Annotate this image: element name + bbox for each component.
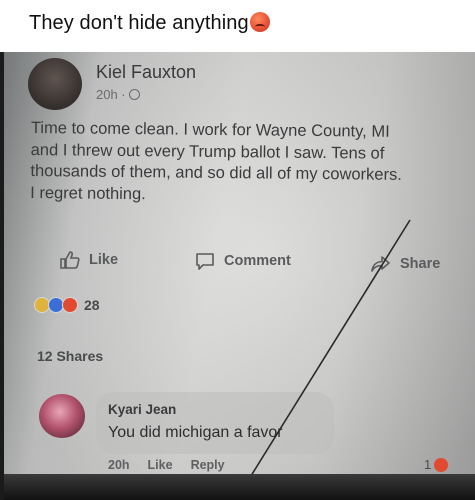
comment-actions: 20h Like Reply: [108, 458, 225, 472]
angry-face-emoji-icon: [249, 12, 270, 32]
comment-like-button[interactable]: Like: [148, 458, 173, 472]
reaction-count: 28: [84, 297, 100, 313]
like-button[interactable]: Like: [59, 250, 118, 270]
comment-reply-button[interactable]: Reply: [191, 458, 225, 472]
comment-text: You did michigan a favor: [108, 424, 283, 441]
comment-button[interactable]: Comment: [194, 251, 291, 271]
share-button[interactable]: Share: [370, 254, 440, 274]
angry-reaction-icon: [62, 297, 78, 313]
post-line: I regret nothing.: [30, 183, 146, 203]
caption: They don't hide anything: [29, 12, 270, 35]
comment-icon: [196, 253, 214, 270]
share-arrow-icon: [371, 256, 390, 272]
globe-icon: [128, 89, 140, 100]
author-avatar[interactable]: [28, 58, 82, 110]
like-thumb-icon: [60, 251, 80, 269]
comment-reactions[interactable]: 1: [424, 457, 449, 472]
share-label: Share: [400, 256, 441, 272]
post-author[interactable]: Kiel Fauxton: [96, 62, 196, 83]
share-count[interactable]: 12 Shares: [37, 348, 103, 364]
comment-reaction-count: 1: [424, 457, 432, 472]
post-body: Time to come clean. I work for Wayne Cou…: [30, 118, 475, 209]
comment-label: Comment: [224, 253, 291, 269]
post-meta: 20h ·: [96, 87, 140, 102]
post-photo: Kiel Fauxton 20h · Time to come clean. I…: [4, 52, 475, 500]
caption-text: They don't hide anything: [29, 12, 249, 34]
commenter-name[interactable]: Kyari Jean: [108, 402, 176, 417]
post-time[interactable]: 20h ·: [96, 87, 126, 102]
reaction-summary[interactable]: 28: [34, 297, 100, 313]
caption-bar: They don't hide anything: [0, 0, 475, 52]
commenter-avatar[interactable]: [39, 394, 85, 438]
like-label: Like: [89, 252, 119, 268]
angry-reaction-icon: [434, 457, 449, 472]
comment-time[interactable]: 20h: [108, 458, 130, 472]
